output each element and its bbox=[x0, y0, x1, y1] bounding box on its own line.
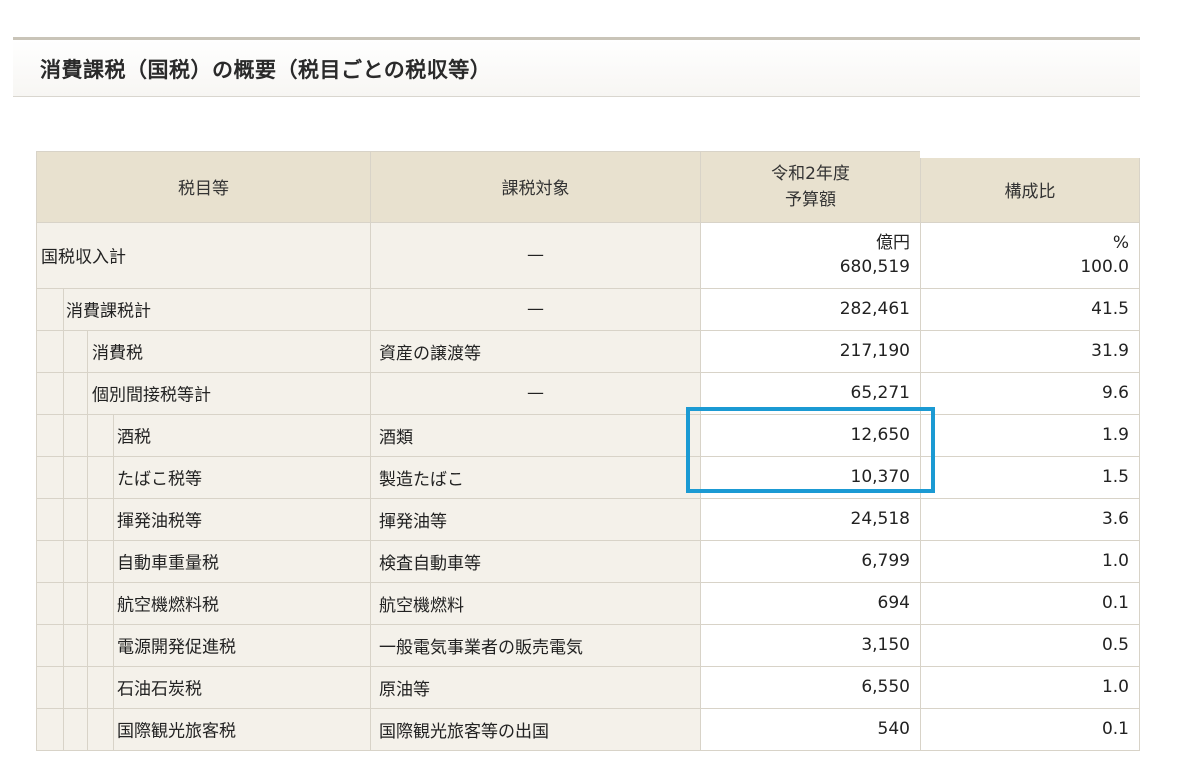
row-label: 揮発油税等 bbox=[117, 511, 202, 532]
table-row: 石油石炭税 原油等 6,550 1.0 bbox=[36, 665, 1140, 709]
row-object: 国際観光旅客等の出国 bbox=[370, 707, 701, 751]
row-amount: 694 bbox=[700, 581, 921, 625]
row-amount: 540 bbox=[700, 707, 921, 751]
table-row: 航空機燃料税 航空機燃料 694 0.1 bbox=[36, 581, 1140, 625]
row-label: 石油石炭税 bbox=[117, 679, 202, 700]
row-pct: 1.9 bbox=[920, 413, 1140, 457]
tax-table: 税目等 課税対象 令和2年度 予算額 構成比 国税収入計 — 億円 680,51… bbox=[36, 144, 1140, 751]
row-object: 酒類 bbox=[370, 413, 701, 457]
row-pct: 9.6 bbox=[920, 371, 1140, 415]
row-label-cell: 自動車重量税 bbox=[36, 539, 371, 583]
table-row: 消費課税計 — 282,461 41.5 bbox=[36, 287, 1140, 331]
row-label: 個別間接税等計 bbox=[92, 385, 211, 406]
pct-unit: % bbox=[1112, 233, 1129, 253]
row-label-cell: 消費税 bbox=[36, 329, 371, 373]
title-bar: 消費課税（国税）の概要（税目ごとの税収等） bbox=[13, 37, 1140, 97]
row-label-cell: 個別間接税等計 bbox=[36, 371, 371, 415]
row-amount: 24,518 bbox=[700, 497, 921, 541]
row-amount: 6,550 bbox=[700, 665, 921, 709]
row-label-cell: 国税収入計 bbox=[36, 221, 371, 289]
header-budget: 令和2年度 予算額 bbox=[700, 150, 921, 223]
row-label: 消費税 bbox=[92, 343, 143, 364]
row-label-cell: たばこ税等 bbox=[36, 455, 371, 499]
row-object: — bbox=[370, 287, 701, 331]
row-pct: 100.0 bbox=[1080, 257, 1129, 277]
row-pct: 0.1 bbox=[920, 581, 1140, 625]
header-tax-object: 課税対象 bbox=[370, 150, 701, 223]
row-object: 製造たばこ bbox=[370, 455, 701, 499]
row-object: 揮発油等 bbox=[370, 497, 701, 541]
row-amount: 217,190 bbox=[700, 329, 921, 373]
table-row: 自動車重量税 検査自動車等 6,799 1.0 bbox=[36, 539, 1140, 583]
row-object: — bbox=[370, 221, 701, 289]
row-label: 国税収入計 bbox=[41, 247, 126, 268]
page-title: 消費課税（国税）の概要（税目ごとの税収等） bbox=[40, 58, 492, 82]
row-label-cell: 国際観光旅客税 bbox=[36, 707, 371, 751]
row-label-cell: 酒税 bbox=[36, 413, 371, 457]
row-label: 酒税 bbox=[117, 427, 151, 448]
row-pct: 1.0 bbox=[920, 665, 1140, 709]
row-label: 消費課税計 bbox=[66, 301, 151, 322]
row-pct: 1.5 bbox=[920, 455, 1140, 499]
row-label-cell: 石油石炭税 bbox=[36, 665, 371, 709]
row-amount: 282,461 bbox=[700, 287, 921, 331]
row-label: たばこ税等 bbox=[117, 469, 202, 490]
row-amount: 65,271 bbox=[700, 371, 921, 415]
row-amount: 10,370 bbox=[700, 455, 921, 499]
table-row: 揮発油税等 揮発油等 24,518 3.6 bbox=[36, 497, 1140, 541]
header-budget-year: 令和2年度 bbox=[771, 163, 850, 184]
row-label-cell: 電源開発促進税 bbox=[36, 623, 371, 667]
row-pct: 0.5 bbox=[920, 623, 1140, 667]
row-label-cell: 揮発油税等 bbox=[36, 497, 371, 541]
row-pct-cell: % 100.0 bbox=[920, 221, 1140, 289]
row-label: 航空機燃料税 bbox=[117, 595, 219, 616]
row-object: 原油等 bbox=[370, 665, 701, 709]
row-pct: 3.6 bbox=[920, 497, 1140, 541]
row-label: 電源開発促進税 bbox=[117, 637, 236, 658]
row-object: 資産の譲渡等 bbox=[370, 329, 701, 373]
row-pct: 41.5 bbox=[920, 287, 1140, 331]
row-amount: 12,650 bbox=[700, 413, 921, 457]
row-object: 検査自動車等 bbox=[370, 539, 701, 583]
table-row: 個別間接税等計 — 65,271 9.6 bbox=[36, 371, 1140, 415]
row-object: 航空機燃料 bbox=[370, 581, 701, 625]
row-amount: 680,519 bbox=[839, 257, 910, 277]
row-amount-cell: 億円 680,519 bbox=[700, 221, 921, 289]
table-row: 消費税 資産の譲渡等 217,190 31.9 bbox=[36, 329, 1140, 373]
header-tax-item: 税目等 bbox=[36, 150, 371, 223]
amount-unit: 億円 bbox=[876, 233, 910, 253]
row-label: 自動車重量税 bbox=[117, 553, 219, 574]
row-label: 国際観光旅客税 bbox=[117, 721, 236, 742]
row-label-cell: 航空機燃料税 bbox=[36, 581, 371, 625]
row-object: — bbox=[370, 371, 701, 415]
table-row: 国際観光旅客税 国際観光旅客等の出国 540 0.1 bbox=[36, 707, 1140, 751]
row-object: 一般電気事業者の販売電気 bbox=[370, 623, 701, 667]
header-budget-amount: 予算額 bbox=[785, 189, 836, 210]
header-ratio: 構成比 bbox=[920, 144, 1140, 223]
row-label-cell: 消費課税計 bbox=[36, 287, 371, 331]
row-amount: 6,799 bbox=[700, 539, 921, 583]
header-row: 税目等 課税対象 令和2年度 予算額 構成比 bbox=[36, 144, 1140, 223]
row-pct: 31.9 bbox=[920, 329, 1140, 373]
table-row: 酒税 酒類 12,650 1.9 bbox=[36, 413, 1140, 457]
row-pct: 1.0 bbox=[920, 539, 1140, 583]
row-amount: 3,150 bbox=[700, 623, 921, 667]
table-row: 国税収入計 — 億円 680,519 % 100.0 bbox=[36, 221, 1140, 289]
row-pct: 0.1 bbox=[920, 707, 1140, 751]
table-row: 電源開発促進税 一般電気事業者の販売電気 3,150 0.5 bbox=[36, 623, 1140, 667]
table-row: たばこ税等 製造たばこ 10,370 1.5 bbox=[36, 455, 1140, 499]
